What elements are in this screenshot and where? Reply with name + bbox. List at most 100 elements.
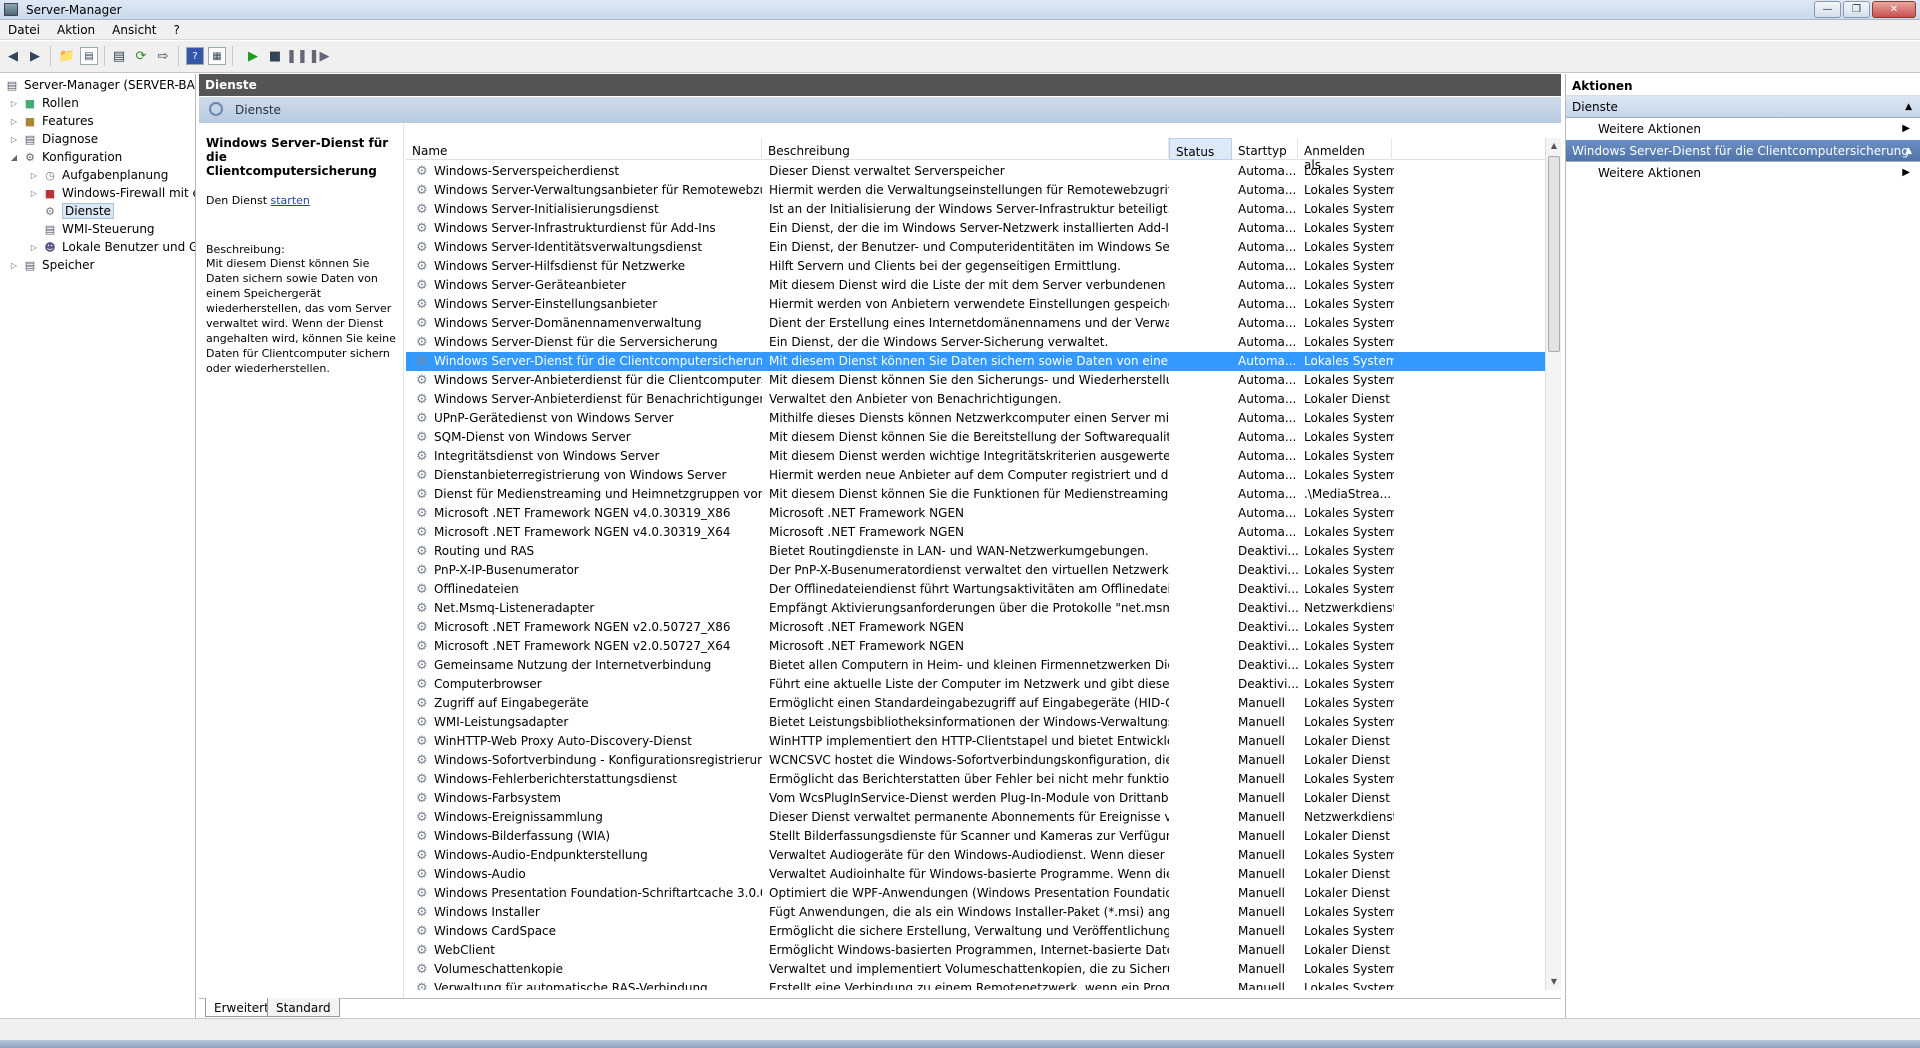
table-row[interactable]: ⚙ Windows-Sofortverbindung - Konfiguratio… xyxy=(406,751,1551,770)
collapse-icon[interactable]: ▲ xyxy=(1905,102,1912,112)
expand-icon[interactable]: ▷ xyxy=(28,189,40,198)
table-row[interactable]: ⚙ Windows-Farbsystem Vom WcsPlugInService-… xyxy=(406,789,1551,808)
actions-section-dienste[interactable]: Dienste ▲ xyxy=(1566,96,1920,118)
tree-node-rollen[interactable]: ▷ ■ Rollen xyxy=(8,94,79,112)
start-service-link[interactable]: starten xyxy=(271,194,310,207)
table-row[interactable]: ⚙ Microsoft .NET Framework NGEN v4.0.3031… xyxy=(406,523,1551,542)
start-service-icon[interactable]: ▶ xyxy=(244,47,262,65)
table-row[interactable]: ⚙ Microsoft .NET Framework NGEN v2.0.5072… xyxy=(406,618,1551,637)
column-starttyp[interactable]: Starttyp xyxy=(1232,138,1298,160)
restart-service-icon[interactable]: ❚▶ xyxy=(309,47,330,65)
table-row[interactable]: ⚙ Microsoft .NET Framework NGEN v2.0.5072… xyxy=(406,637,1551,656)
expand-icon[interactable]: ▷ xyxy=(8,99,20,108)
expand-icon[interactable]: ▷ xyxy=(28,171,40,180)
table-row[interactable]: ⚙ Windows Server-Hilfsdienst für Netzwerk… xyxy=(406,257,1551,276)
table-row[interactable]: ⚙ Windows-Bilderfassung (WIA) Stellt Bilde… xyxy=(406,827,1551,846)
expand-icon[interactable]: ▷ xyxy=(8,117,20,126)
column-status[interactable]: Status xyxy=(1169,138,1232,160)
table-row[interactable]: ⚙ UPnP-Gerätedienst von Windows Server Mit… xyxy=(406,409,1551,428)
table-row[interactable]: ⚙ Routing und RAS Bietet Routingdienste in… xyxy=(406,542,1551,561)
collapse-icon[interactable]: ◢ xyxy=(8,153,20,162)
expand-icon[interactable]: ▷ xyxy=(28,243,40,252)
table-row[interactable]: ⚙ Integritätsdienst von Windows Server Mit… xyxy=(406,447,1551,466)
expand-icon[interactable]: ▷ xyxy=(8,261,20,270)
table-row[interactable]: ⚙ Windows Server-Domänennamenverwaltung Di… xyxy=(406,314,1551,333)
help-icon[interactable]: ? xyxy=(186,47,204,65)
table-row[interactable]: ⚙ Windows-Ereignissammlung Dieser Dienst v… xyxy=(406,808,1551,827)
table-row[interactable]: ⚙ Dienstanbieterregistrierung von Windows… xyxy=(406,466,1551,485)
tree-node-speicher[interactable]: ▷ ▤ Speicher xyxy=(8,256,95,274)
table-row[interactable]: ⚙ Windows Server-Verwaltungsanbieter für … xyxy=(406,181,1551,200)
table-row[interactable]: ⚙ WebClient Ermöglicht Windows-basierten P… xyxy=(406,941,1551,960)
table-row[interactable]: ⚙ Zugriff auf Eingabegeräte Ermöglicht ein… xyxy=(406,694,1551,713)
table-row[interactable]: ⚙ Windows Server-Anbieterdienst für die C… xyxy=(406,371,1551,390)
table-row[interactable]: ⚙ Windows Presentation Foundation-Schrift… xyxy=(406,884,1551,903)
table-row[interactable]: ⚙ Offlinedateien Der Offlinedateiendienst … xyxy=(406,580,1551,599)
table-row[interactable]: ⚙ PnP-X-IP-Busenumerator Der PnP-X-Busenum… xyxy=(406,561,1551,580)
close-button[interactable]: ✕ xyxy=(1872,1,1916,18)
properties-icon[interactable]: ▤ xyxy=(110,47,128,65)
table-row[interactable]: ⚙ Windows Server-Anbieterdienst für Benac… xyxy=(406,390,1551,409)
tree-node-diagnose[interactable]: ▷ ▤ Diagnose xyxy=(8,130,98,148)
table-row[interactable]: ⚙ Gemeinsame Nutzung der Internetverbindu… xyxy=(406,656,1551,675)
pause-service-icon[interactable]: ❚❚ xyxy=(286,47,308,65)
table-row[interactable]: ⚙ SQM-Dienst von Windows Server Mit diesem… xyxy=(406,428,1551,447)
table-row[interactable]: ⚙ Microsoft .NET Framework NGEN v4.0.3031… xyxy=(406,504,1551,523)
column-beschreibung[interactable]: Beschreibung xyxy=(762,138,1169,160)
table-row[interactable]: ⚙ Windows-Fehlerberichterstattungsdienst E… xyxy=(406,770,1551,789)
table-row[interactable]: ⚙ Windows Server-Dienst für die Serversic… xyxy=(406,333,1551,352)
table-row[interactable]: ⚙ Windows Server-Dienst für die Clientcom… xyxy=(406,352,1551,371)
minimize-button[interactable]: — xyxy=(1814,1,1841,18)
action-more-actions[interactable]: Weitere Aktionen ▶ xyxy=(1566,118,1920,140)
folder-up-icon[interactable]: 📁 xyxy=(58,47,76,65)
back-arrow-icon[interactable]: ◀ xyxy=(4,47,22,65)
actions-section-selected-service[interactable]: Windows Server-Dienst für die Clientcomp… xyxy=(1566,140,1920,162)
action-more-actions[interactable]: Weitere Aktionen ▶ xyxy=(1566,162,1920,184)
forward-arrow-icon[interactable]: ▶ xyxy=(26,47,44,65)
table-row[interactable]: ⚙ Windows CardSpace Ermöglicht die sichere… xyxy=(406,922,1551,941)
tab-standard[interactable]: Standard xyxy=(267,998,340,1017)
scroll-up-icon[interactable]: ▲ xyxy=(1546,138,1562,154)
scrollbar-thumb[interactable] xyxy=(1548,156,1560,352)
table-row[interactable]: ⚙ Computerbrowser Führt eine aktuelle List… xyxy=(406,675,1551,694)
expand-icon[interactable]: ▷ xyxy=(8,135,20,144)
table-row[interactable]: ⚙ Windows Server-Geräteanbieter Mit diesem… xyxy=(406,276,1551,295)
menu-datei[interactable]: Datei xyxy=(0,20,49,39)
menu-ansicht[interactable]: Ansicht xyxy=(104,20,165,39)
scroll-down-icon[interactable]: ▼ xyxy=(1546,974,1562,990)
table-row[interactable]: ⚙ Windows Server-Infrastrukturdienst für … xyxy=(406,219,1551,238)
menu-help[interactable]: ? xyxy=(165,20,188,39)
table-row[interactable]: ⚙ Net.Msmq-Listeneradapter Empfängt Aktivi… xyxy=(406,599,1551,618)
tree-node-firewall[interactable]: ▷ ■ Windows-Firewall mit erweiterter Sic… xyxy=(28,184,195,202)
table-row[interactable]: ⚙ Windows-Serverspeicherdienst Dieser Dien… xyxy=(406,162,1551,181)
table-row[interactable]: ⚙ Windows-Audio Verwaltet Audioinhalte für… xyxy=(406,865,1551,884)
table-row[interactable]: ⚙ WMI-Leistungsadapter Bietet Leistungsbib… xyxy=(406,713,1551,732)
table-row[interactable]: ⚙ Verwaltung für automatische RAS-Verbind… xyxy=(406,979,1551,990)
stop-service-icon[interactable]: ■ xyxy=(266,47,284,65)
table-row[interactable]: ⚙ Windows Server-Initialisierungsdienst Is… xyxy=(406,200,1551,219)
tree-node-server-manager[interactable]: ▤ Server-Manager (SERVER-BACKUP) xyxy=(2,76,195,94)
table-row[interactable]: ⚙ Volumeschattenkopie Verwaltet und implem… xyxy=(406,960,1551,979)
console-view-icon[interactable]: ▦ xyxy=(208,47,226,65)
table-row[interactable]: ⚙ Windows Server-Identitätsverwaltungsdie… xyxy=(406,238,1551,257)
list-vertical-scrollbar[interactable]: ▲ ▼ xyxy=(1545,138,1561,990)
tree-node-aufgabenplanung[interactable]: ▷ ◷ Aufgabenplanung xyxy=(28,166,168,184)
table-row[interactable]: ⚙ Windows-Audio-Endpunkterstellung Verwalt… xyxy=(406,846,1551,865)
tree-node-konfiguration[interactable]: ◢ ⚙ Konfiguration xyxy=(8,148,122,166)
menu-aktion[interactable]: Aktion xyxy=(49,20,104,39)
column-anmelden-als[interactable]: Anmelden als xyxy=(1298,138,1392,172)
table-row[interactable]: ⚙ Dienst für Medienstreaming und Heimnetz… xyxy=(406,485,1551,504)
table-row[interactable]: ⚙ Windows Installer Fügt Anwendungen, die … xyxy=(406,903,1551,922)
collapse-icon[interactable]: ▲ xyxy=(1905,146,1912,156)
tree-node-dienste[interactable]: ⚙ Dienste xyxy=(28,202,114,220)
tree-node-features[interactable]: ▷ ■ Features xyxy=(8,112,94,130)
tree-node-wmi-steuerung[interactable]: ▤ WMI-Steuerung xyxy=(28,220,155,238)
table-row[interactable]: ⚙ WinHTTP-Web Proxy Auto-Discovery-Dienst… xyxy=(406,732,1551,751)
table-row[interactable]: ⚙ Windows Server-Einstellungsanbieter Hier… xyxy=(406,295,1551,314)
refresh-icon[interactable]: ⟳ xyxy=(132,47,150,65)
column-name[interactable]: Name xyxy=(406,138,762,160)
tree-node-lokale-benutzer[interactable]: ▷ ☻ Lokale Benutzer und Gruppen xyxy=(28,238,195,256)
export-list-icon[interactable]: ⇨ xyxy=(154,47,172,65)
maximize-button[interactable]: ❐ xyxy=(1843,1,1870,18)
show-hide-tree-icon[interactable]: ▤ xyxy=(80,47,98,65)
